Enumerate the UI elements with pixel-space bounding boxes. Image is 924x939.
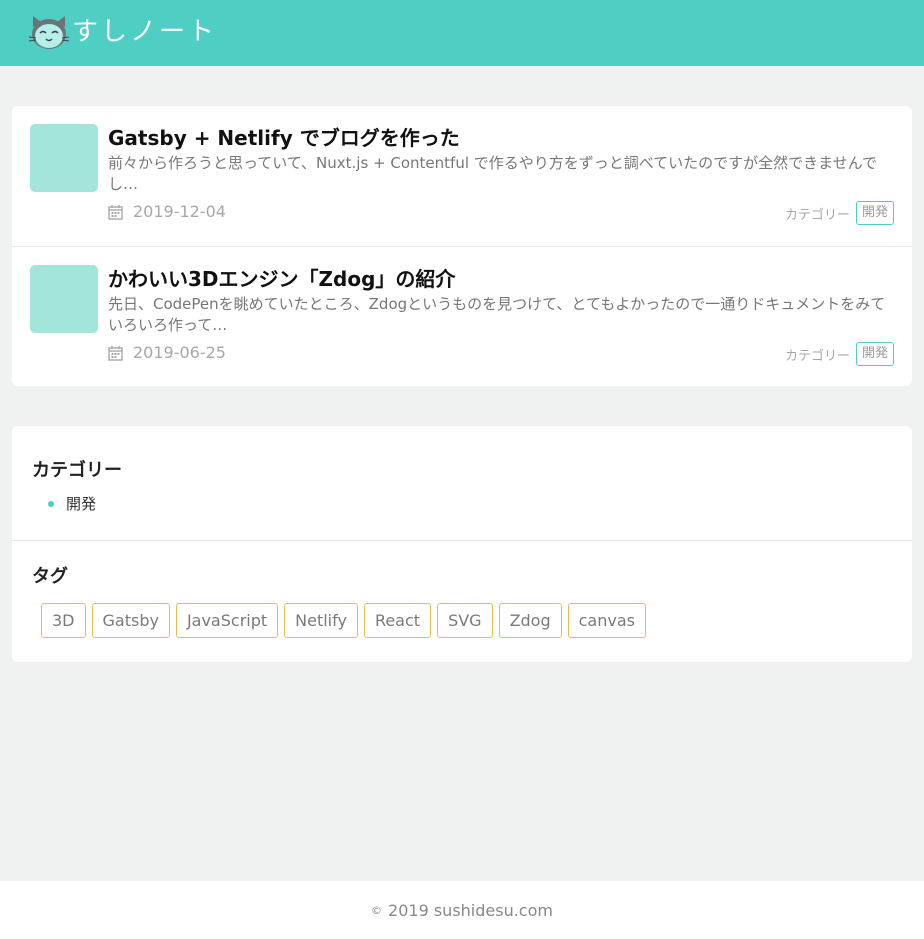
tag-list: 3D Gatsby JavaScript Netlify React SVG Z…	[41, 603, 652, 638]
category-section-title: カテゴリー	[32, 460, 122, 481]
post-category-label: カテゴリー	[784, 348, 850, 364]
post-list: Gatsby + Netlify でブログを作った 前々から作ろうと思っていて、…	[12, 106, 912, 386]
post-title-link[interactable]: Gatsby + Netlify でブログを作った	[108, 122, 460, 151]
tag-netlify[interactable]: Netlify	[284, 603, 358, 638]
bullet-dot-icon	[48, 500, 54, 507]
tag-javascript[interactable]: JavaScript	[175, 603, 279, 638]
footer-text: 2019 sushidesu.com	[388, 900, 553, 920]
post-excerpt: 前々から作ろうと思っていて、Nuxt.js + Contentful で作るやり…	[108, 154, 877, 193]
tag-gatsby[interactable]: Gatsby	[91, 603, 170, 638]
post-category-label: カテゴリー	[784, 207, 850, 223]
post-thumbnail[interactable]	[30, 124, 98, 192]
calendar-icon	[108, 345, 123, 361]
post-category-badge[interactable]: 開発	[855, 201, 894, 225]
post-date-text: 2019-12-04	[133, 202, 226, 221]
post-date-text: 2019-06-25	[133, 343, 226, 362]
category-list: 開発	[48, 493, 96, 514]
site-footer: © 2019 sushidesu.com	[0, 881, 924, 939]
tag-svg[interactable]: SVG	[437, 603, 493, 638]
calendar-icon	[108, 204, 123, 220]
site-header: すしノート	[0, 0, 924, 66]
category-item: 開発	[48, 493, 96, 514]
tag-canvas[interactable]: canvas	[567, 603, 646, 638]
tag-react[interactable]: React	[363, 603, 432, 638]
post-category: カテゴリー 開発	[785, 201, 894, 225]
post-category-badge[interactable]: 開発	[855, 342, 894, 366]
tag-zdog[interactable]: Zdog	[498, 603, 562, 638]
post-thumbnail[interactable]	[30, 265, 98, 333]
post-date: 2019-06-25	[108, 343, 226, 362]
post-title-link[interactable]: かわいい3Dエンジン「Zdog」の紹介	[108, 263, 455, 292]
tag-3d[interactable]: 3D	[41, 603, 86, 638]
copyright-icon: ©	[371, 903, 383, 917]
category-link[interactable]: 開発	[66, 493, 96, 514]
post-category: カテゴリー 開発	[785, 342, 894, 366]
tag-section: タグ 3D Gatsby JavaScript Netlify React SV…	[12, 542, 912, 662]
site-logo-link[interactable]: すしノート	[28, 12, 217, 52]
post-card: Gatsby + Netlify でブログを作った 前々から作ろうと思っていて、…	[12, 106, 912, 246]
tag-section-title: タグ	[32, 566, 68, 587]
post-excerpt: 先日、CodePenを眺めていたところ、Zdogというものを見つけて、とてもよか…	[108, 295, 886, 334]
category-section: カテゴリー 開発	[12, 426, 912, 541]
sidebar: カテゴリー 開発 タグ 3D Gatsby JavaScript Netlify…	[12, 426, 912, 662]
post-date: 2019-12-04	[108, 202, 226, 221]
site-title: すしノート	[72, 17, 218, 47]
post-card: かわいい3Dエンジン「Zdog」の紹介 先日、CodePenを眺めていたところ、…	[12, 246, 912, 386]
cat-logo-icon	[28, 16, 70, 49]
